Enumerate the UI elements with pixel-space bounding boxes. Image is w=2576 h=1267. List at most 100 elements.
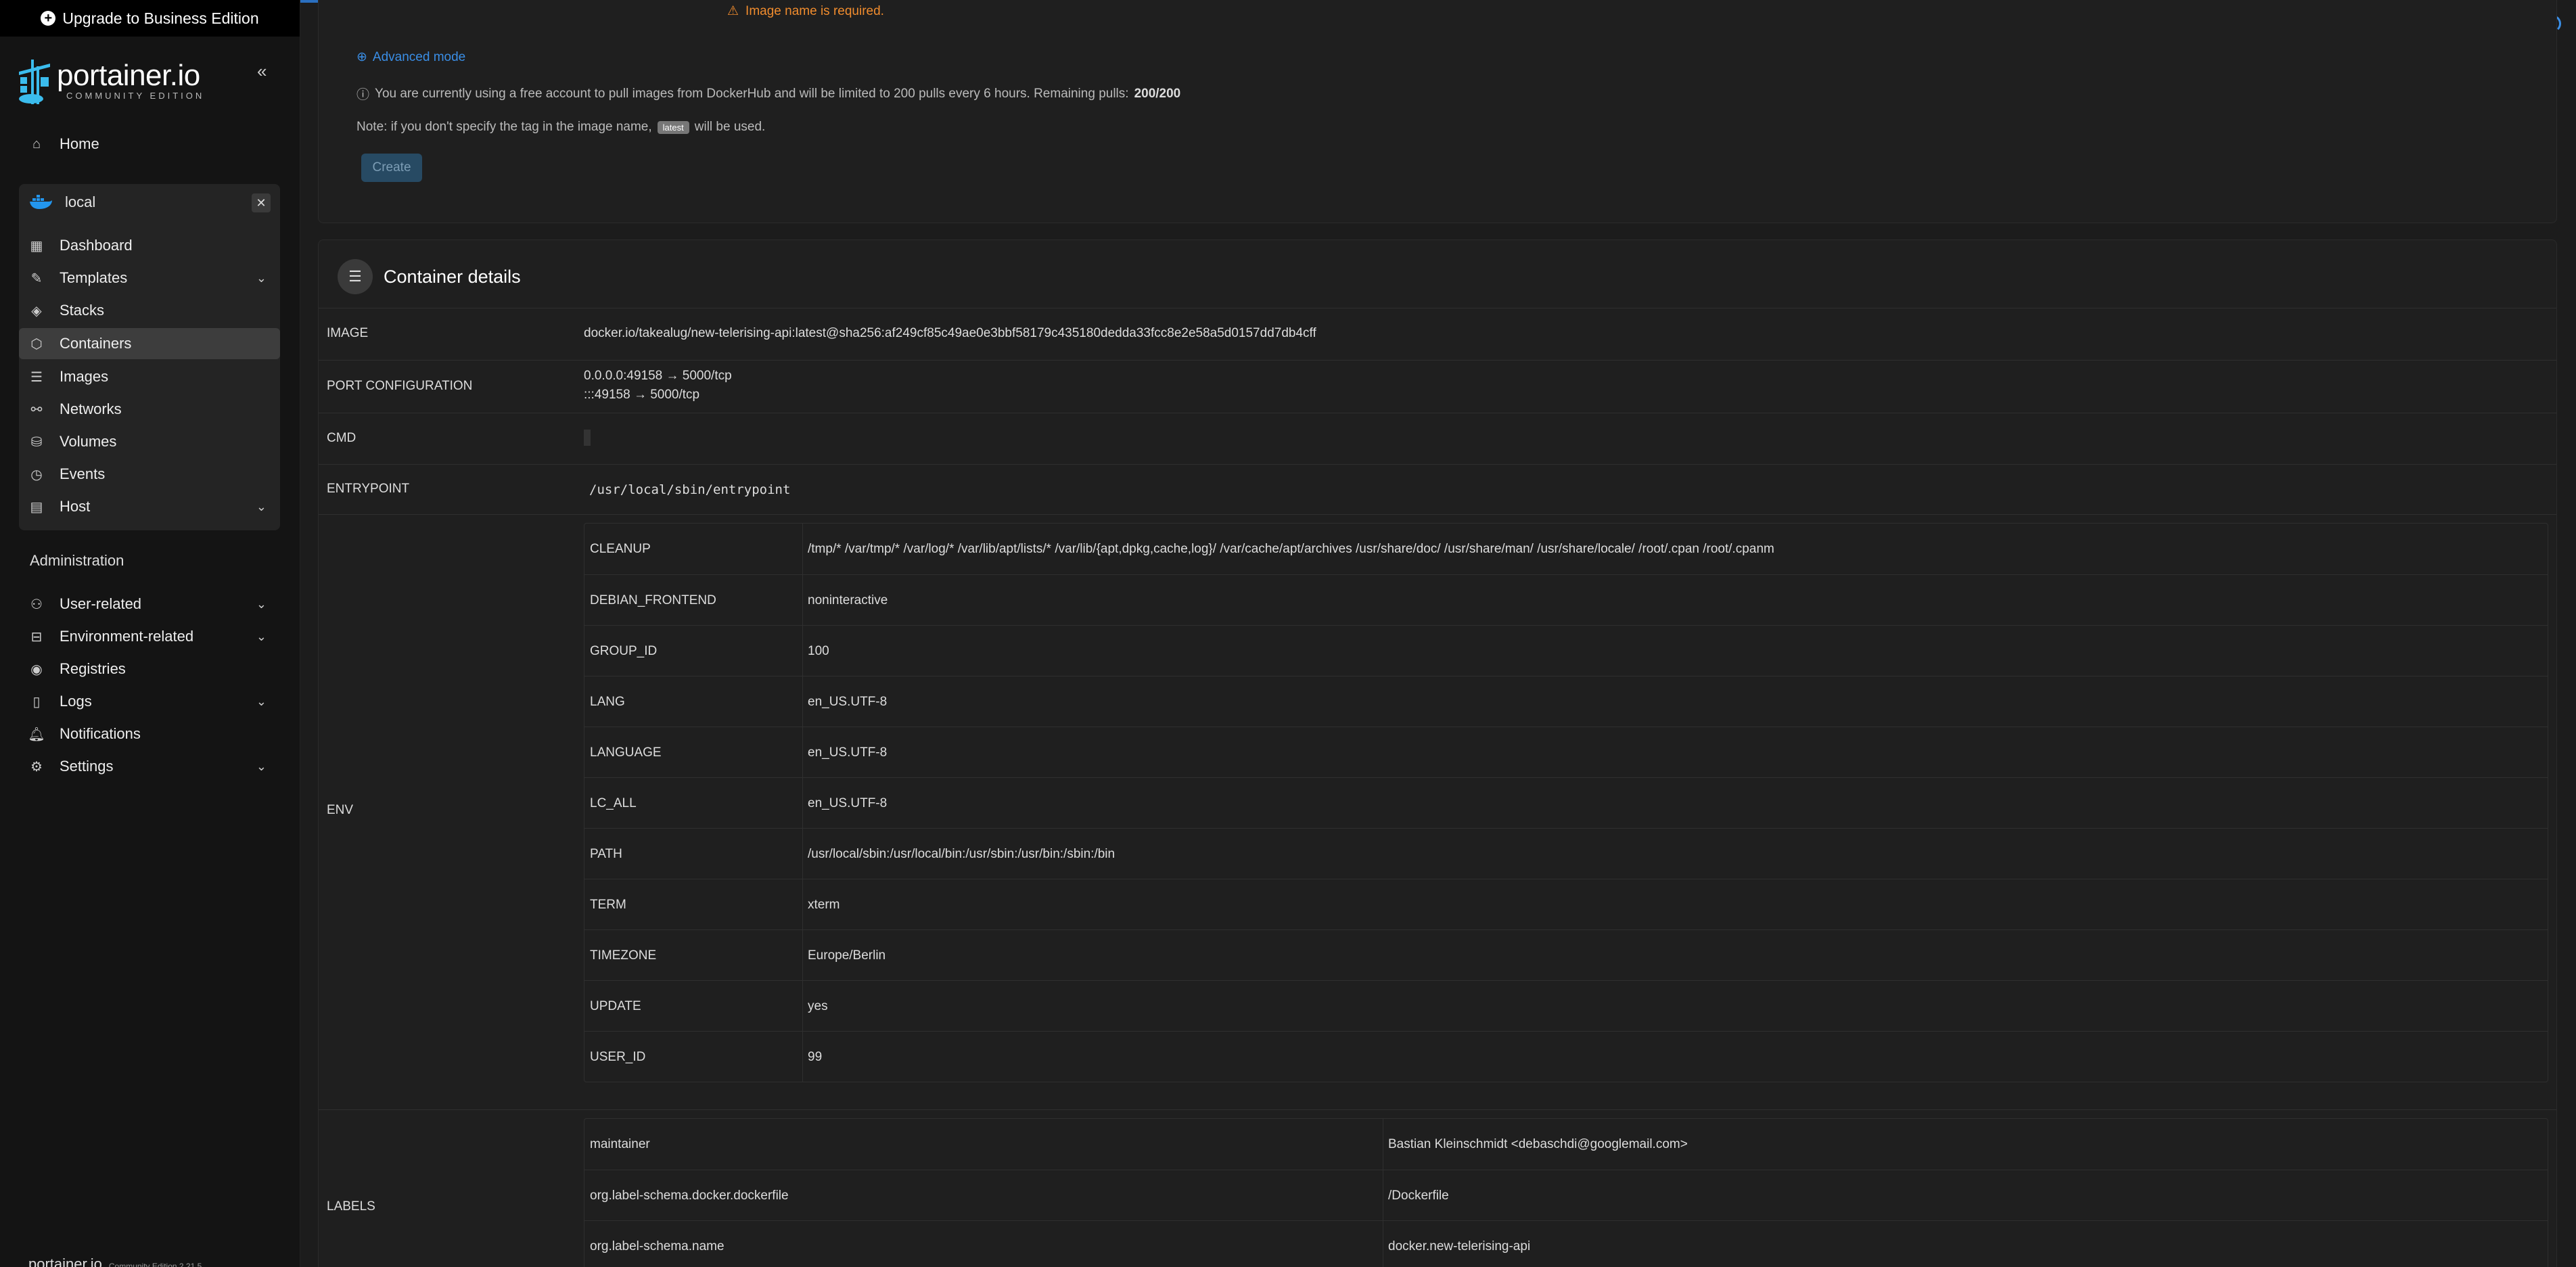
table-row: maintainer Bastian Kleinschmidt <debaschd…: [584, 1119, 2548, 1170]
column-divider: [802, 930, 803, 981]
sidebar-item-stacks[interactable]: ◈ Stacks: [19, 295, 280, 326]
logo-text: portainer.io: [57, 58, 200, 92]
table-key: LANGUAGE: [590, 745, 662, 760]
table-value: xterm: [808, 898, 840, 912]
sidebar-item-label: Containers: [60, 335, 132, 352]
sidebar-item-registries[interactable]: ◉ Registries: [19, 653, 280, 685]
column-divider: [802, 1032, 803, 1082]
sidebar-item-containers[interactable]: ⬡ Containers: [19, 328, 280, 359]
env-label: ENV: [327, 803, 354, 817]
port-row: PORT CONFIGURATION 0.0.0.0:49158 → 5000/…: [319, 360, 2556, 413]
table-row: PATH/usr/local/sbin:/usr/local/bin:/usr/…: [584, 828, 2548, 879]
info-icon: ⓘ: [356, 88, 370, 102]
advanced-mode-link[interactable]: ⊕ Advanced mode: [356, 49, 465, 65]
sidebar-item-host[interactable]: ▤ Host ⌄: [19, 491, 280, 522]
upgrade-banner[interactable]: + Upgrade to Business Edition: [0, 0, 300, 37]
warning-text: Image name is required.: [745, 3, 884, 18]
images-icon: ☰: [30, 369, 43, 385]
table-row: TIMEZONE Europe/Berlin: [584, 929, 2548, 981]
sidebar-item-images[interactable]: ☰ Images: [19, 361, 280, 392]
advanced-mode-label: Advanced mode: [372, 49, 466, 64]
administration-heading: Administration: [30, 552, 124, 569]
portainer-logo[interactable]: portainer.io COMMUNITY EDITION: [16, 57, 287, 104]
table-value: /usr/local/sbin:/usr/local/bin:/usr/sbin…: [808, 847, 1116, 861]
table-key: PATH: [590, 847, 622, 861]
note-prefix: Note: if you don't specify the tag in th…: [356, 120, 652, 134]
sidebar-item-settings[interactable]: ⚙ Settings ⌄: [19, 751, 280, 782]
cmd-label: CMD: [327, 431, 356, 445]
sidebar: + Upgrade to Business Edition portainer.…: [0, 0, 300, 1267]
volumes-icon: ⛁: [30, 434, 43, 450]
table-row: DEBIAN_FRONTEND noninteractive: [584, 574, 2548, 626]
sidebar-item-networks[interactable]: ⚯ Networks: [19, 394, 280, 425]
sidebar-item-logs[interactable]: ▯ Logs ⌄: [19, 686, 280, 717]
chevron-down-icon[interactable]: ⌄: [256, 597, 267, 612]
cmd-row: CMD: [319, 413, 2556, 464]
env-table: CLEANUP/tmp/* /var/tmp/* /var/log/* /var…: [584, 523, 2548, 1082]
column-divider: [802, 981, 803, 1032]
table-value: en_US.UTF-8: [808, 745, 888, 760]
close-icon[interactable]: ✕: [252, 193, 271, 212]
sidebar-item-templates[interactable]: ✎ Templates ⌄: [19, 262, 280, 294]
env-row: ENV CLEANUP/tmp/* /var/tmp/* /var/log/* …: [319, 514, 2556, 1109]
host-icon: ▤: [30, 499, 43, 515]
environment-name: local: [65, 193, 96, 210]
create-button[interactable]: Create: [361, 154, 422, 182]
sidebar-item-home[interactable]: ⌂ Home: [19, 129, 280, 160]
table-row: USER_ID 99: [584, 1031, 2548, 1082]
collapse-sidebar-icon[interactable]: «: [257, 61, 267, 82]
entrypoint-row: ENTRYPOINT /usr/local/sbin/entrypoint: [319, 464, 2556, 514]
chevron-down-icon[interactable]: ⌄: [256, 630, 267, 644]
table-row: TERM xterm: [584, 879, 2548, 930]
details-title: Container details: [384, 266, 521, 287]
bell-icon: 🔔︎: [28, 727, 45, 742]
sidebar-item-label: Logs: [60, 693, 92, 710]
chevron-down-icon[interactable]: ⌄: [256, 760, 267, 774]
column-divider: [802, 524, 803, 574]
table-key: TIMEZONE: [590, 948, 657, 963]
table-row: org.label-schema.name docker.new-telerisi…: [584, 1220, 2548, 1267]
column-divider: [802, 879, 803, 930]
details-header: ☰ Container details: [338, 259, 521, 294]
column-divider: [802, 778, 803, 829]
info-text: You are currently using a free account t…: [375, 86, 1129, 101]
sidebar-item-label: Host: [60, 498, 91, 515]
chevron-down-icon[interactable]: ⌄: [256, 695, 267, 709]
image-link[interactable]: docker.io/takealug/new-telerising-api:la…: [584, 326, 1316, 341]
sidebar-item-label: Templates: [60, 269, 128, 286]
environment-icon: ⊟: [30, 629, 43, 645]
sidebar-item-label: Volumes: [60, 433, 117, 450]
sidebar-item-dashboard[interactable]: ▦ Dashboard: [19, 230, 280, 261]
table-value: en_US.UTF-8: [808, 695, 888, 709]
table-key: USER_ID: [590, 1050, 646, 1064]
labels-row: LABELS maintainer Bastian Kleinschmidt <d…: [319, 1109, 2556, 1267]
footer-logo-text: portainer.io: [28, 1256, 102, 1267]
cmd-value: [584, 430, 591, 450]
table-key: CLEANUP: [590, 542, 651, 556]
sidebar-item-events[interactable]: ◷ Events: [19, 459, 280, 490]
sidebar-item-notifications[interactable]: 🔔︎ Notifications: [19, 718, 280, 750]
sidebar-item-label: Settings: [60, 758, 114, 775]
chevron-down-icon[interactable]: ⌄: [256, 271, 267, 285]
sidebar-item-environment-related[interactable]: ⊟ Environment-related ⌄: [19, 621, 280, 652]
sidebar-item-volumes[interactable]: ⛁ Volumes: [19, 426, 280, 457]
registries-icon: ◉: [30, 662, 43, 677]
sidebar-item-user-related[interactable]: ⚇ User-related ⌄: [19, 589, 280, 620]
table-row: LANG en_US.UTF-8: [584, 676, 2548, 727]
table-row: LANGUAGE en_US.UTF-8: [584, 727, 2548, 778]
list-icon: ☰: [338, 259, 373, 294]
image-row: IMAGE docker.io/takealug/new-telerising-…: [319, 308, 2556, 360]
table-key: org.label-schema.name: [590, 1239, 724, 1253]
entrypoint-value: /usr/local/sbin/entrypoint: [589, 482, 791, 497]
table-value: yes: [808, 999, 828, 1013]
table-key: org.label-schema.docker.dockerfile: [590, 1189, 789, 1203]
networks-icon: ⚯: [30, 402, 43, 417]
chevron-down-icon[interactable]: ⌄: [256, 500, 267, 514]
sidebar-item-label: Environment-related: [60, 628, 194, 645]
dashboard-icon: ▦: [30, 238, 43, 254]
column-divider: [802, 575, 803, 626]
templates-icon: ✎: [30, 271, 43, 286]
port-mapping-1: 0.0.0.0:49158 → 5000/tcp: [584, 369, 732, 383]
table-row: LC_ALL en_US.UTF-8: [584, 777, 2548, 829]
gear-icon: ⚙: [30, 759, 43, 775]
